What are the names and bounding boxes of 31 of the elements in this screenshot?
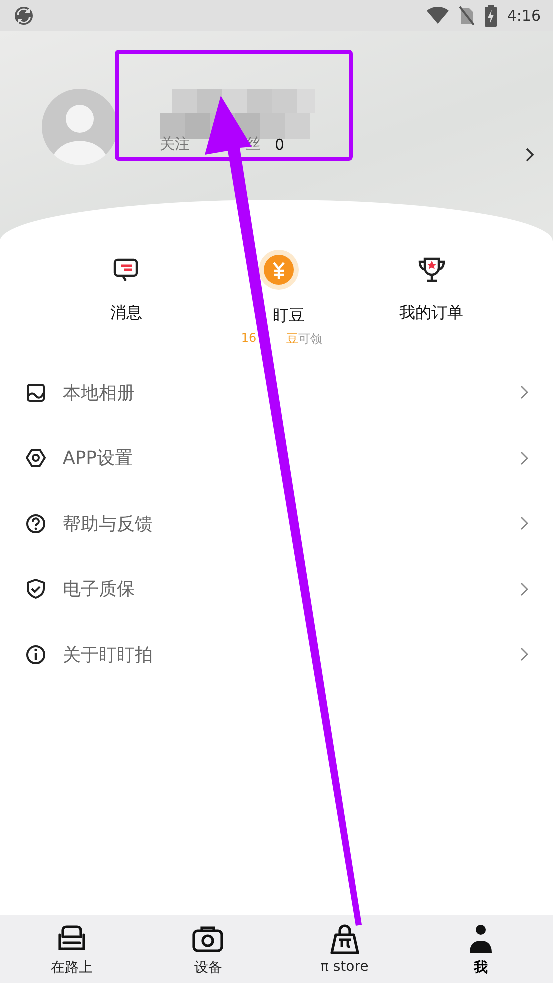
- chevron-right-icon[interactable]: [525, 147, 535, 163]
- coin-icon[interactable]: [258, 250, 299, 290]
- menu-item[interactable]: 本地相册: [63, 380, 520, 405]
- coin-note: 豆可领: [286, 331, 323, 348]
- status-time: 4:16: [507, 6, 541, 24]
- menu-item[interactable]: 电子质保: [63, 577, 520, 602]
- avatar-icon: [42, 89, 118, 165]
- wifi-icon: [427, 6, 450, 24]
- battery-charging-icon: [485, 4, 498, 26]
- followers-count: 0: [275, 136, 285, 154]
- trophy-icon[interactable]: [416, 255, 447, 285]
- menu-item[interactable]: APP设置: [63, 446, 520, 470]
- shield-check-icon: [26, 579, 46, 600]
- nav-tab[interactable]: 设备: [140, 915, 276, 983]
- nav-tab[interactable]: 我: [412, 915, 549, 983]
- info-icon: [26, 644, 46, 665]
- shortcut-label[interactable]: 我的订单: [400, 303, 464, 324]
- menu-item[interactable]: 帮助与反馈: [63, 512, 520, 536]
- help-icon: [26, 514, 46, 534]
- menu-item[interactable]: 关于盯盯拍: [63, 642, 520, 667]
- no-sim-icon: [459, 6, 476, 26]
- coin-amount: 16: [241, 331, 257, 347]
- nav-tab[interactable]: π store: [276, 915, 413, 983]
- photo-icon: [26, 382, 46, 403]
- sync-icon: [14, 6, 34, 26]
- settings-icon: [26, 448, 46, 468]
- following-label[interactable]: 关注: [160, 135, 190, 154]
- shopping-bag-icon: [328, 923, 362, 955]
- shortcut-label[interactable]: 消息: [110, 303, 142, 324]
- nav-tab[interactable]: 在路上: [4, 915, 140, 983]
- shortcut-label[interactable]: 盯豆: [272, 306, 305, 327]
